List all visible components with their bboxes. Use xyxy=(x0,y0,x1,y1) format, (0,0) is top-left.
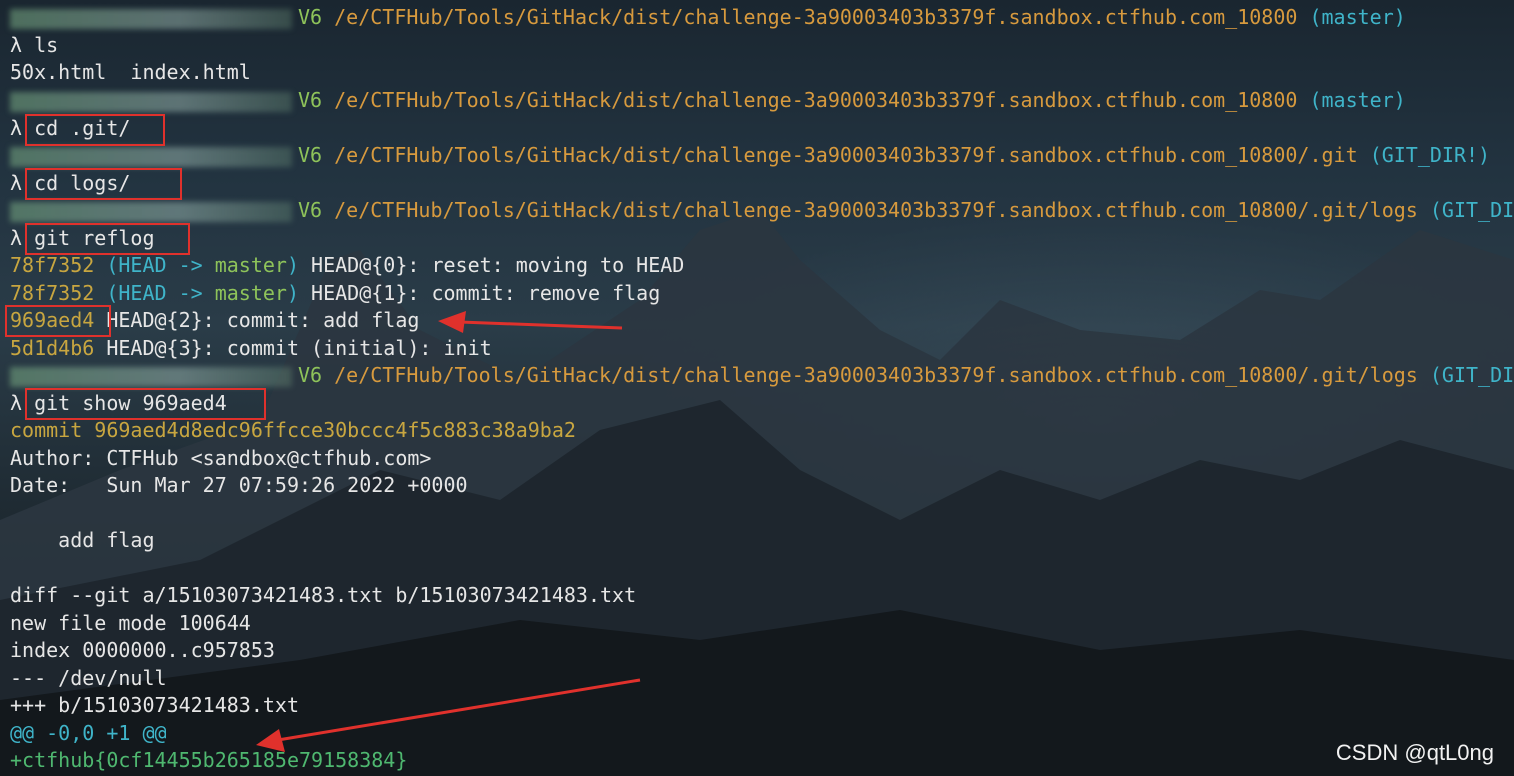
watermark: CSDN @qtL0ng xyxy=(1335,740,1494,765)
annotation-arrows xyxy=(256,311,641,752)
arrow-flag-head xyxy=(256,729,285,752)
arrow-flag xyxy=(277,678,641,742)
arrow-reflog-head xyxy=(438,311,466,333)
arrow-reflog xyxy=(459,320,623,330)
